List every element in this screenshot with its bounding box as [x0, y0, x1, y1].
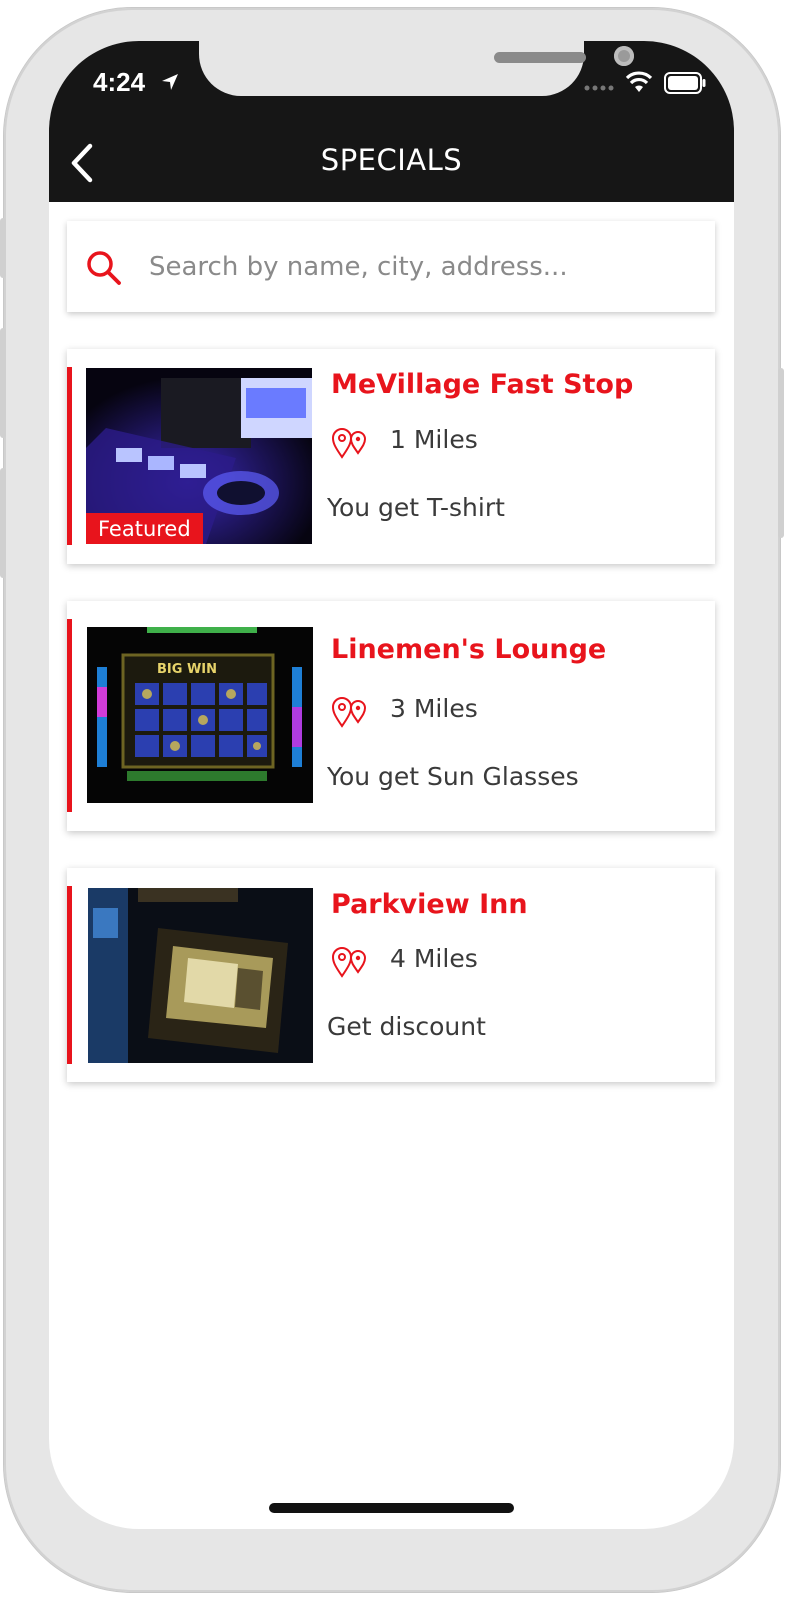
- battery-icon: [664, 72, 706, 94]
- slot-machine-image: BIG WIN: [87, 627, 313, 803]
- venue-name: Parkview Inn: [331, 889, 528, 920]
- home-indicator[interactable]: [269, 1503, 514, 1513]
- venue-name: Linemen's Lounge: [331, 634, 607, 665]
- special-card-mevillage[interactable]: Featured MeVillage Fast Stop 1 Miles You…: [67, 349, 715, 564]
- card-accent-bar: [67, 619, 72, 812]
- map-pin-icon: [331, 428, 367, 459]
- map-pin-icon: [331, 947, 367, 978]
- page-title: SPECIALS: [320, 143, 463, 177]
- special-card-parkview-inn[interactable]: Parkview Inn 4 Miles Get discount: [67, 868, 715, 1082]
- signal-dots-icon: [584, 85, 614, 91]
- notch: [199, 41, 634, 96]
- search-bar[interactable]: [67, 221, 715, 312]
- offer-text: Get discount: [327, 1012, 486, 1041]
- card-accent-bar: [67, 886, 72, 1064]
- offer-text: You get T-shirt: [327, 493, 505, 522]
- earpiece-speaker: [494, 52, 586, 63]
- distance-label: 3 Miles: [390, 694, 478, 723]
- special-card-linemens-lounge[interactable]: BIG WIN Linemen's Lounge 3 Miles You get…: [67, 601, 715, 831]
- card-accent-bar: [67, 367, 72, 545]
- search-input[interactable]: [147, 241, 691, 293]
- app-screen: 4:24 SPECIALS Search by name, city, addr…: [49, 41, 734, 1529]
- offer-text: You get Sun Glasses: [327, 762, 579, 791]
- app-header: 4:24 SPECIALS: [49, 41, 734, 202]
- venue-thumbnail: Featured: [86, 368, 312, 544]
- wifi-icon: [625, 71, 653, 92]
- venue-name: MeVillage Fast Stop: [331, 369, 634, 400]
- map-pin-icon: [331, 697, 367, 728]
- search-icon: [87, 251, 121, 285]
- mute-switch: [0, 218, 6, 278]
- distance-label: 4 Miles: [390, 944, 478, 973]
- venue-thumbnail: [88, 888, 313, 1063]
- front-camera: [614, 46, 634, 66]
- svg-text:BIG WIN: BIG WIN: [157, 662, 217, 677]
- featured-badge: Featured: [86, 513, 203, 544]
- distance-label: 1 Miles: [390, 425, 478, 454]
- status-time: 4:24: [93, 67, 146, 97]
- gaming-screen-image: [88, 888, 313, 1063]
- location-arrow-icon: [162, 74, 178, 90]
- venue-thumbnail: BIG WIN: [87, 627, 313, 803]
- power-button: [778, 368, 784, 538]
- volume-up-button: [0, 328, 6, 438]
- volume-down-button: [0, 468, 6, 578]
